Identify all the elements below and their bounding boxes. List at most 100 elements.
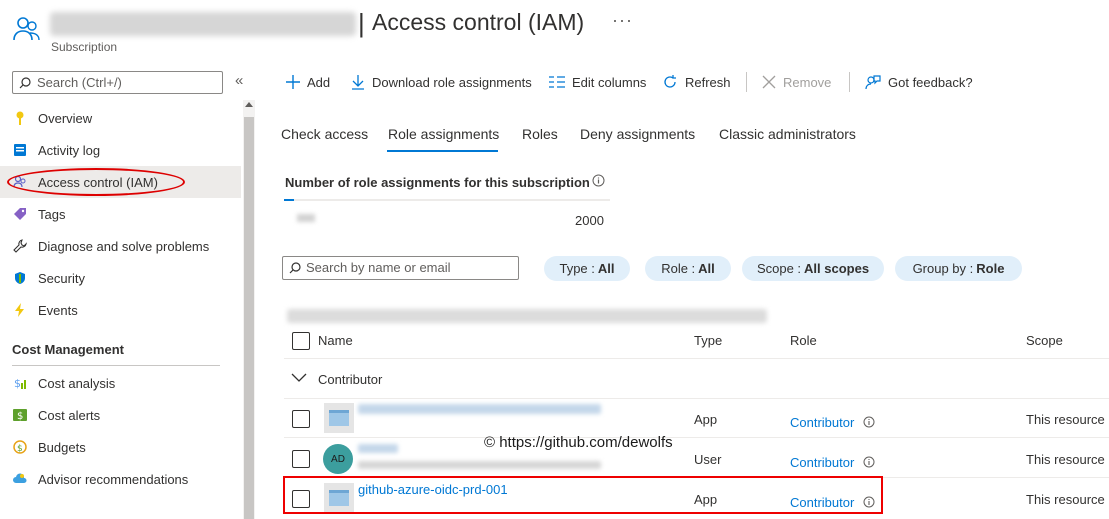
sidebar-item-label: Advisor recommendations xyxy=(38,471,189,487)
row-scope: This resource xyxy=(1026,412,1105,427)
row-role-link[interactable]: Contributor xyxy=(790,415,854,430)
edit-columns-label: Edit columns xyxy=(572,74,647,90)
cost-analysis-icon: $ xyxy=(12,375,28,391)
add-button[interactable]: Add xyxy=(286,72,330,92)
sidebar-search-placeholder: Search (Ctrl+/) xyxy=(37,75,122,90)
sidebar-item-budgets[interactable]: $ Budgets xyxy=(0,431,241,463)
filter-search-input[interactable]: Search by name or email xyxy=(282,256,519,280)
sidebar-item-cost-analysis[interactable]: $ Cost analysis xyxy=(0,367,241,399)
pill-value: All xyxy=(698,261,715,276)
pill-label: Type : xyxy=(559,261,595,276)
pill-label: Role : xyxy=(661,261,696,276)
scroll-up-arrow-icon[interactable] xyxy=(245,102,253,107)
collapse-sidebar-button[interactable]: « xyxy=(235,72,243,89)
row-checkbox[interactable] xyxy=(292,450,310,468)
sidebar-scroll-thumb[interactable] xyxy=(244,117,254,519)
current-count-redacted xyxy=(297,214,315,222)
usage-bar-fill xyxy=(284,199,294,201)
pill-value: Role xyxy=(976,261,1005,276)
tab-deny-assignments[interactable]: Deny assignments xyxy=(580,126,695,142)
usage-bar-track xyxy=(284,199,610,201)
chevron-down-icon[interactable] xyxy=(291,371,307,386)
search-icon xyxy=(19,77,31,89)
assignment-limit: 2000 xyxy=(575,213,604,228)
add-label: Add xyxy=(307,74,331,90)
tab-check-access[interactable]: Check access xyxy=(281,126,368,142)
more-options-button[interactable]: ··· xyxy=(612,10,633,31)
sidebar-item-activity-log[interactable]: Activity log xyxy=(0,134,241,166)
download-label: Download role assignments xyxy=(372,74,532,90)
pill-value: All xyxy=(597,261,615,276)
cost-alerts-icon: $ xyxy=(12,407,28,423)
group-by-pill[interactable]: Group by : Role xyxy=(895,256,1022,281)
row-divider xyxy=(284,398,1109,399)
toolbar-divider xyxy=(849,72,850,92)
section-cost-management: Cost Management xyxy=(12,342,124,357)
select-all-checkbox[interactable] xyxy=(292,332,310,350)
refresh-label: Refresh xyxy=(685,74,731,90)
filter-search-placeholder: Search by name or email xyxy=(306,260,451,275)
svg-text:$: $ xyxy=(17,411,23,422)
principal-name-redacted[interactable] xyxy=(358,404,601,414)
close-icon xyxy=(762,75,776,89)
scope-filter-pill[interactable]: Scope : All scopes xyxy=(742,256,884,281)
column-header-role[interactable]: Role xyxy=(790,333,817,348)
search-icon xyxy=(289,262,301,274)
sidebar-item-label: Activity log xyxy=(38,142,101,158)
sidebar-item-label: Tags xyxy=(38,206,66,222)
column-header-name[interactable]: Name xyxy=(318,333,353,348)
sidebar-item-cost-alerts[interactable]: $ Cost alerts xyxy=(0,399,241,431)
row-scope: This resource xyxy=(1026,492,1105,507)
refresh-button[interactable]: Refresh xyxy=(662,72,731,92)
role-assignment-count-title: Number of role assignments for this subs… xyxy=(285,175,590,190)
page-subtitle: Subscription xyxy=(51,40,118,54)
page-title: Access control (IAM) xyxy=(372,9,585,35)
title-separator: | xyxy=(358,8,365,38)
sidebar-item-events[interactable]: Events xyxy=(0,294,241,326)
sidebar-item-label: Diagnose and solve problems xyxy=(38,238,210,254)
principal-name-redacted[interactable] xyxy=(358,444,398,453)
sidebar-item-label: Cost alerts xyxy=(38,407,101,423)
highlight-rectangle xyxy=(283,476,883,514)
row-type: App xyxy=(694,412,718,427)
tab-role-assignments[interactable]: Role assignments xyxy=(388,126,499,142)
pill-value: All scopes xyxy=(804,261,870,276)
column-header-type[interactable]: Type xyxy=(694,333,722,348)
toolbar-divider xyxy=(746,72,747,92)
svg-text:$: $ xyxy=(14,377,21,390)
row-divider xyxy=(284,437,1109,438)
info-icon[interactable] xyxy=(592,174,605,190)
download-role-assignments-button[interactable]: Download role assignments xyxy=(351,72,532,92)
edit-columns-button[interactable]: Edit columns xyxy=(549,72,646,92)
type-filter-pill[interactable]: Type : All xyxy=(544,256,630,281)
header-divider xyxy=(284,358,1109,359)
pill-label: Scope : xyxy=(756,261,802,276)
wrench-icon xyxy=(12,238,28,254)
sidebar-item-label: Cost analysis xyxy=(38,375,116,391)
tag-icon xyxy=(12,206,28,222)
row-role-link[interactable]: Contributor xyxy=(790,455,854,470)
column-header-scope[interactable]: Scope xyxy=(1026,333,1063,348)
row-checkbox[interactable] xyxy=(292,410,310,428)
sidebar-item-diagnose[interactable]: Diagnose and solve problems xyxy=(0,230,241,262)
svg-text:$: $ xyxy=(17,444,23,454)
sidebar-item-advisor[interactable]: Advisor recommendations xyxy=(0,463,241,495)
row-scope: This resource xyxy=(1026,452,1105,467)
sidebar-item-security[interactable]: Security xyxy=(0,262,241,294)
results-summary-redacted xyxy=(287,309,767,323)
principal-email-redacted xyxy=(358,461,601,469)
role-filter-pill[interactable]: Role : All xyxy=(645,256,731,281)
sidebar-item-overview[interactable]: Overview xyxy=(0,102,241,134)
cloud-advisor-icon xyxy=(12,471,28,487)
plus-icon xyxy=(286,75,300,89)
avatar: AD xyxy=(323,444,353,474)
info-icon[interactable] xyxy=(863,416,875,431)
remove-button[interactable]: Remove xyxy=(762,72,831,92)
info-icon[interactable] xyxy=(863,456,875,471)
sidebar-item-tags[interactable]: Tags xyxy=(0,198,241,230)
sidebar-search-input[interactable]: Search (Ctrl+/) xyxy=(12,71,223,94)
shield-icon xyxy=(12,270,28,286)
tab-roles[interactable]: Roles xyxy=(522,126,558,142)
tab-classic-administrators[interactable]: Classic administrators xyxy=(719,126,856,142)
feedback-button[interactable]: Got feedback? xyxy=(865,72,973,92)
